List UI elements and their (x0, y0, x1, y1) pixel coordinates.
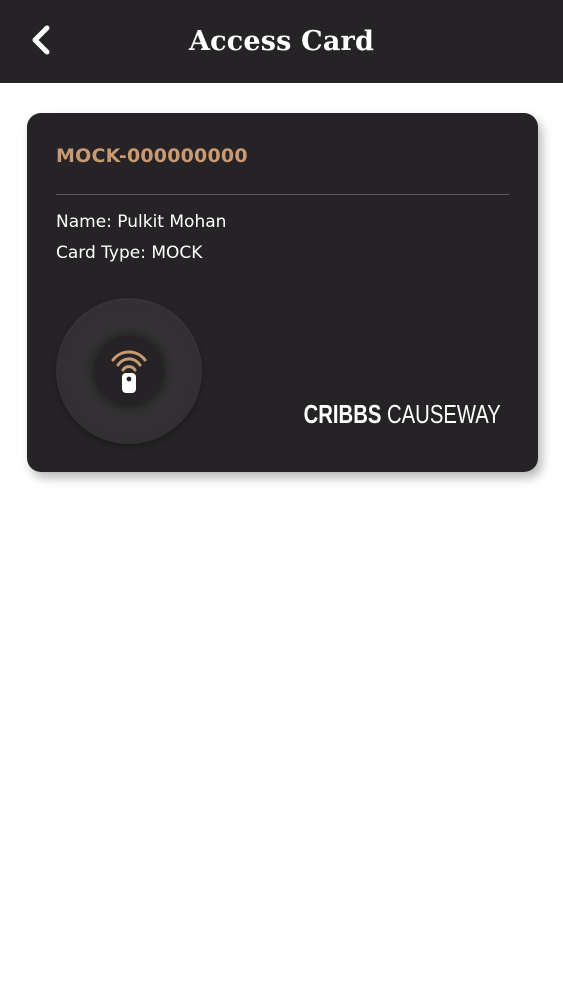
brand-logo-strong: CRIBBS (303, 399, 382, 429)
access-card: MOCK-000000000 Name: Pulkit Mohan Card T… (27, 113, 538, 472)
page-title: Access Card (188, 26, 375, 57)
brand-logo: CRIBBS CAUSEWAY (304, 399, 501, 430)
card-number: MOCK-000000000 (56, 145, 248, 167)
chevron-left-icon (32, 25, 50, 55)
app-bar: Access Card (0, 0, 563, 83)
card-type: Card Type: MOCK (56, 243, 203, 263)
brand-logo-light: CAUSEWAY (387, 399, 501, 429)
back-button[interactable] (20, 18, 60, 62)
tap-button-inner (94, 336, 164, 406)
nfc-tap-icon (111, 350, 147, 393)
tap-button[interactable] (56, 298, 202, 444)
card-holder-name: Name: Pulkit Mohan (56, 212, 227, 232)
card-divider (56, 194, 509, 195)
